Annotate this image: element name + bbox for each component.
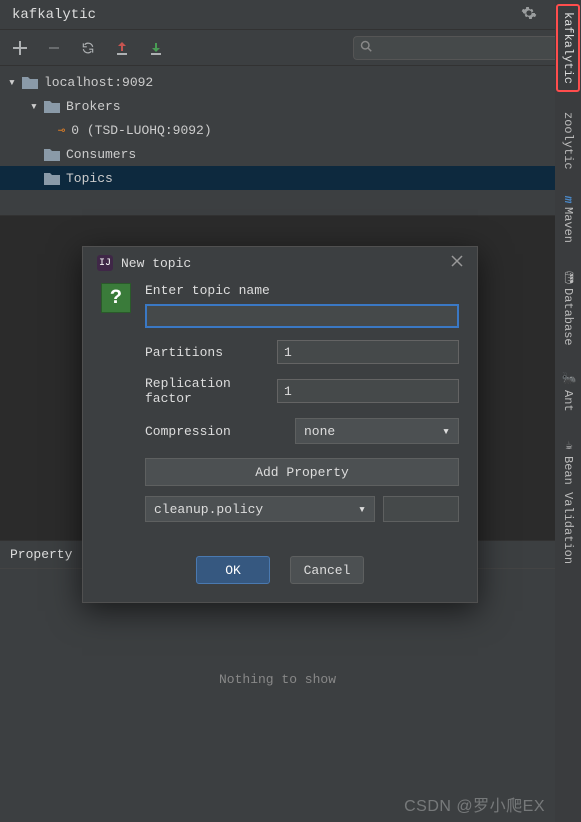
folder-icon (22, 75, 38, 89)
tab-maven[interactable]: mMaven (558, 190, 578, 249)
property-value-input[interactable] (383, 496, 459, 522)
dialog-title-text: New topic (121, 256, 191, 271)
refresh-button[interactable] (76, 36, 100, 60)
tab-zoolytic[interactable]: zoolytic (558, 106, 578, 176)
tree-label: Brokers (66, 99, 121, 114)
search-input-wrapper[interactable]: ▾ (353, 36, 573, 60)
remove-button[interactable] (42, 36, 66, 60)
tree-node-brokers[interactable]: ▾ Brokers (0, 94, 581, 118)
folder-icon (44, 99, 60, 113)
download-icon[interactable] (144, 36, 168, 60)
cancel-button[interactable]: Cancel (290, 556, 364, 584)
expand-icon: ▾ (30, 99, 44, 114)
prompt-label: Enter topic name (145, 283, 459, 298)
tab-ant[interactable]: 🐜Ant (558, 366, 578, 418)
toolbar: ▾ (0, 30, 581, 66)
database-icon: 🛢 (561, 269, 575, 284)
watermark-text: CSDN @罗小爬EX (404, 792, 545, 816)
tree-label: Consumers (66, 147, 136, 162)
chevron-down-icon: ▾ (442, 424, 450, 439)
right-sidebar-tabs: kafkalytic zoolytic mMaven 🛢Database 🐜An… (555, 0, 581, 822)
folder-icon (44, 147, 60, 161)
folder-icon (44, 171, 60, 185)
panel-header: kafkalytic (0, 0, 581, 30)
tree-node-root[interactable]: ▾ localhost:9092 (0, 70, 581, 94)
new-topic-dialog: IJ New topic ? Enter topic name Partitio… (82, 246, 478, 603)
add-button[interactable] (8, 36, 32, 60)
close-icon[interactable] (451, 255, 463, 271)
compression-select[interactable]: none ▾ (295, 418, 459, 444)
compression-label: Compression (145, 424, 295, 439)
tree-node-consumers[interactable]: Consumers (0, 142, 581, 166)
search-input[interactable] (376, 40, 558, 55)
question-icon: ? (101, 283, 131, 313)
property-key-value: cleanup.policy (154, 502, 263, 517)
expand-icon: ▾ (8, 75, 22, 90)
dialog-titlebar: IJ New topic (83, 247, 477, 279)
upload-icon[interactable] (110, 36, 134, 60)
search-icon (360, 40, 372, 56)
add-property-button[interactable]: Add Property (145, 458, 459, 486)
tree-node-topics[interactable]: Topics (0, 166, 581, 190)
cluster-tree: ▾ localhost:9092 ▾ Brokers ⊸ 0 (TSD-LUOH… (0, 66, 581, 216)
compression-value: none (304, 424, 335, 439)
replication-input[interactable] (277, 379, 459, 403)
ok-button[interactable]: OK (196, 556, 270, 584)
tab-database[interactable]: 🛢Database (558, 263, 578, 352)
partitions-label: Partitions (145, 345, 277, 360)
tree-label: 0 (TSD-LUOHQ:9092) (71, 123, 211, 138)
tree-node-broker0[interactable]: ⊸ 0 (TSD-LUOHQ:9092) (0, 118, 581, 142)
ant-icon: 🐜 (561, 372, 575, 387)
topic-name-input[interactable] (145, 304, 459, 328)
app-icon: IJ (97, 255, 113, 271)
partitions-input[interactable] (277, 340, 459, 364)
tree-label: Topics (66, 171, 113, 186)
replication-label: Replication factor (145, 376, 277, 406)
tab-bean-validation[interactable]: ☕Bean Validation (558, 432, 578, 570)
gear-icon[interactable] (521, 5, 537, 25)
chevron-down-icon: ▾ (358, 502, 366, 517)
panel-title: kafkalytic (12, 7, 96, 23)
bean-icon: ☕ (561, 438, 575, 452)
broker-icon: ⊸ (58, 123, 65, 138)
tab-kafkalytic[interactable]: kafkalytic (556, 4, 580, 92)
property-key-select[interactable]: cleanup.policy ▾ (145, 496, 375, 522)
tree-label: localhost:9092 (44, 75, 153, 90)
